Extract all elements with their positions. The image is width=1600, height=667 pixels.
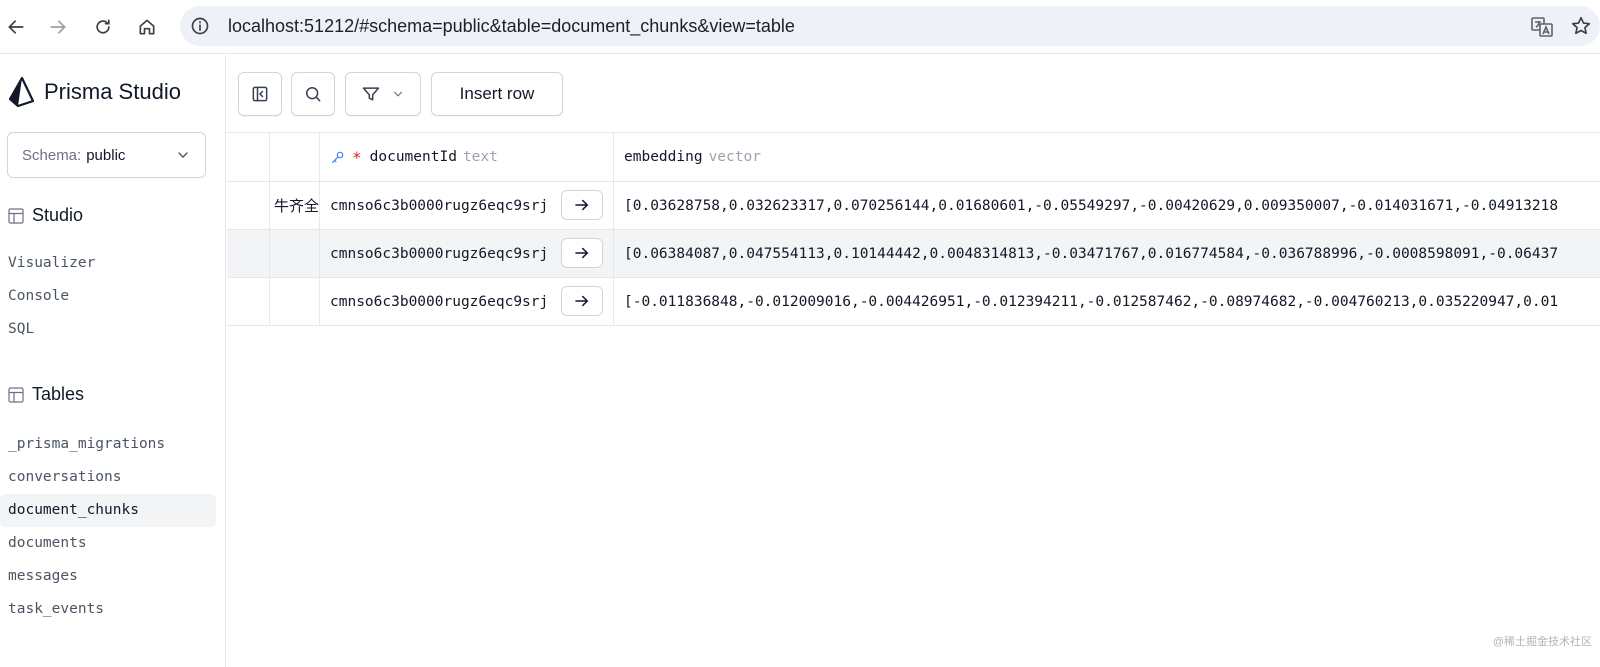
forward-button[interactable]: [42, 11, 74, 43]
arrow-right-icon: [575, 247, 589, 259]
arrow-left-icon: [8, 20, 24, 34]
row-select-cell[interactable]: [227, 230, 270, 277]
arrow-right-icon: [50, 20, 66, 34]
schema-label: Schema:: [22, 146, 82, 164]
table-grid-icon: [8, 207, 24, 224]
browser-toolbar: localhost:51212/#schema=public&table=doc…: [0, 0, 1600, 54]
search-button[interactable]: [291, 72, 335, 116]
home-button[interactable]: [131, 11, 163, 43]
studio-heading: Studio: [32, 205, 84, 225]
url-text[interactable]: localhost:51212/#schema=public&table=doc…: [228, 16, 795, 37]
filter-button[interactable]: [345, 72, 421, 116]
arrow-right-icon: [575, 199, 589, 211]
info-icon[interactable]: [190, 16, 210, 36]
documentid-value: cmnso6c3b0000rugz6eqc9srj: [330, 197, 549, 214]
prisma-logo-icon: [8, 77, 34, 107]
table-item-documents[interactable]: documents: [0, 527, 226, 560]
nav-item-visualizer[interactable]: Visualizer: [0, 247, 226, 280]
documentid-value: cmnso6c3b0000rugz6eqc9srj: [330, 293, 549, 310]
open-relation-button[interactable]: [561, 238, 603, 268]
column-type: text: [462, 149, 498, 165]
sidebar-collapse-icon: [252, 86, 268, 102]
required-asterisk-icon: *: [352, 147, 362, 167]
open-relation-button[interactable]: [561, 190, 603, 220]
table-toolbar: Insert row: [227, 55, 1600, 133]
nav-item-console[interactable]: Console: [0, 280, 226, 313]
insert-row-button[interactable]: Insert row: [431, 72, 563, 116]
documentid-cell[interactable]: cmnso6c3b0000rugz6eqc9srj: [320, 230, 614, 277]
embedding-value: [0.03628758,0.032623317,0.070256144,0.01…: [624, 197, 1559, 214]
toggle-sidebar-button[interactable]: [238, 72, 282, 116]
table-item-task-events[interactable]: task_events: [0, 593, 226, 626]
table-row[interactable]: 牛齐全 cmnso6c3b0000rugz6eqc9srj [0.0362875…: [227, 182, 1600, 230]
reload-button[interactable]: [87, 11, 119, 43]
studio-nav: Visualizer Console SQL: [0, 247, 226, 346]
main-panel: Insert row * documentId text embedding v…: [227, 55, 1600, 667]
chevron-down-icon: [393, 91, 403, 97]
arrow-right-icon: [575, 295, 589, 307]
chevron-down-icon: [178, 152, 188, 158]
address-bar[interactable]: localhost:51212/#schema=public&table=doc…: [180, 6, 1600, 46]
table-row[interactable]: cmnso6c3b0000rugz6eqc9srj [0.06384087,0.…: [227, 230, 1600, 278]
documentid-cell[interactable]: cmnso6c3b0000rugz6eqc9srj: [320, 278, 614, 325]
documentid-value: cmnso6c3b0000rugz6eqc9srj: [330, 245, 549, 262]
table-item-conversations[interactable]: conversations: [0, 461, 226, 494]
nav-item-sql[interactable]: SQL: [0, 313, 226, 346]
column-name: documentId: [369, 149, 457, 165]
studio-section-heading: Studio: [8, 205, 83, 226]
foreign-key-icon: [332, 151, 344, 163]
back-button[interactable]: [0, 11, 32, 43]
open-relation-button[interactable]: [561, 286, 603, 316]
search-icon: [306, 87, 321, 102]
tables-heading: Tables: [32, 384, 85, 404]
truncated-content-cell[interactable]: [270, 278, 320, 325]
table-header-row: * documentId text embedding vector: [227, 133, 1600, 182]
column-header-embedding[interactable]: embedding vector: [614, 133, 1600, 181]
bookmark-star-icon[interactable]: [1570, 15, 1592, 37]
table-item-prisma-migrations[interactable]: _prisma_migrations: [0, 428, 226, 461]
table-item-document-chunks[interactable]: document_chunks: [0, 494, 216, 527]
tables-nav: _prisma_migrations conversations documen…: [0, 428, 226, 626]
documentid-cell[interactable]: cmnso6c3b0000rugz6eqc9srj: [320, 182, 614, 229]
schema-value: public: [86, 146, 126, 164]
reload-icon: [96, 19, 110, 34]
table-row[interactable]: cmnso6c3b0000rugz6eqc9srj [-0.011836848,…: [227, 278, 1600, 326]
table-item-messages[interactable]: messages: [0, 560, 226, 593]
truncated-content-cell[interactable]: 牛齐全: [270, 182, 320, 229]
sidebar: Prisma Studio Schema: public Studio Visu…: [0, 55, 226, 667]
select-header-cell: [227, 133, 270, 181]
embedding-value: [0.06384087,0.047554113,0.10144442,0.004…: [624, 245, 1559, 262]
row-select-cell[interactable]: [227, 182, 270, 229]
truncated-content-cell[interactable]: [270, 230, 320, 277]
column-name: embedding: [624, 149, 703, 165]
translate-icon[interactable]: [1530, 15, 1554, 39]
row-select-cell[interactable]: [227, 278, 270, 325]
home-icon: [139, 19, 155, 35]
embedding-cell[interactable]: [0.06384087,0.047554113,0.10144442,0.004…: [614, 230, 1600, 277]
table-grid-icon: [8, 386, 24, 403]
tables-section-heading: Tables: [8, 384, 84, 405]
brand-name: Prisma Studio: [44, 79, 181, 104]
column-type: vector: [708, 149, 761, 165]
filter-icon: [362, 87, 380, 101]
schema-select[interactable]: Schema: public: [7, 132, 206, 178]
column-header-documentid[interactable]: * documentId text: [320, 133, 614, 181]
brand: Prisma Studio: [8, 77, 181, 107]
truncated-header-cell: [270, 133, 320, 181]
embedding-cell[interactable]: [-0.011836848,-0.012009016,-0.004426951,…: [614, 278, 1600, 325]
embedding-cell[interactable]: [0.03628758,0.032623317,0.070256144,0.01…: [614, 182, 1600, 229]
watermark: @稀土掘金技术社区: [1492, 636, 1592, 648]
embedding-value: [-0.011836848,-0.012009016,-0.004426951,…: [624, 293, 1559, 310]
